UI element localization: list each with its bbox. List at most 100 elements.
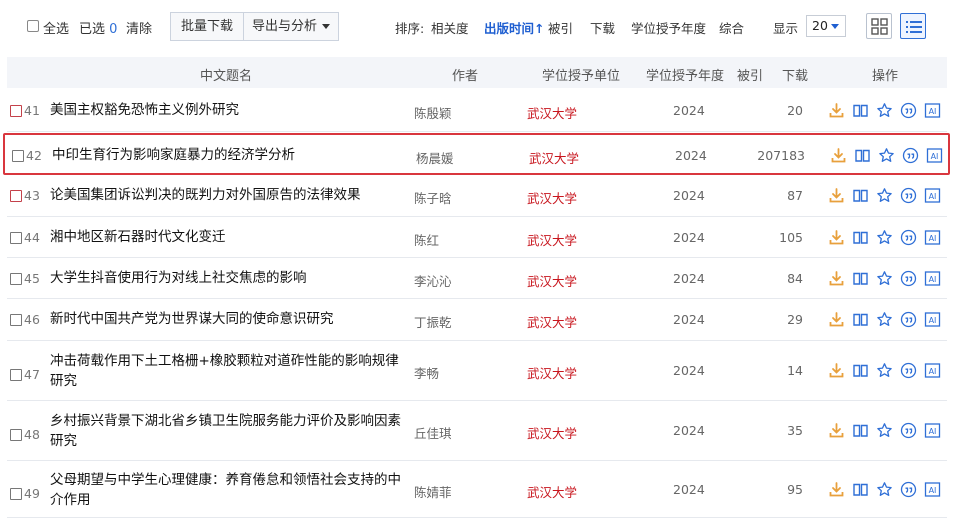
- table-row-highlighted[interactable]: 42 中印生育行为影响家庭暴力的经济学分析 杨晨媛 武汉大学 2024 207183 AI: [3, 133, 950, 175]
- row-unit-link[interactable]: 武汉大学: [527, 312, 577, 331]
- batch-download-button[interactable]: 批量下载: [170, 12, 244, 41]
- sort-relevance[interactable]: 相关度: [431, 18, 469, 37]
- table-row[interactable]: 43 论美国集团诉讼判决的既判力对外国原告的法律效果 陈子晗 武汉大学 2024 87 AI: [7, 175, 947, 217]
- row-checkbox[interactable]: [10, 429, 22, 441]
- read-icon[interactable]: [852, 270, 869, 287]
- read-icon[interactable]: [852, 481, 869, 498]
- favorite-icon[interactable]: [876, 187, 893, 204]
- header-unit[interactable]: 学位授予单位: [542, 65, 620, 84]
- table-row[interactable]: 46 新时代中国共产党为世界谋大同的使命意识研究 丁振乾 武汉大学 2024 29 AI: [7, 299, 947, 341]
- row-title-link[interactable]: 父母期望与中学生心理健康：养育倦怠和领悟社会支持的中介作用: [50, 470, 410, 510]
- favorite-icon[interactable]: [878, 147, 895, 164]
- quote-icon[interactable]: [900, 481, 917, 498]
- row-unit-link[interactable]: 武汉大学: [527, 271, 577, 290]
- ai-icon[interactable]: AI: [924, 362, 941, 379]
- row-unit-link[interactable]: 武汉大学: [527, 188, 577, 207]
- row-checkbox[interactable]: [10, 369, 22, 381]
- ai-icon[interactable]: AI: [924, 102, 941, 119]
- quote-icon[interactable]: [900, 422, 917, 439]
- download-icon[interactable]: [828, 102, 845, 119]
- select-all-checkbox[interactable]: [27, 20, 39, 32]
- row-title-link[interactable]: 湘中地区新石器时代文化变迁: [50, 227, 410, 247]
- read-icon[interactable]: [852, 422, 869, 439]
- row-unit-link[interactable]: 武汉大学: [527, 103, 577, 122]
- row-unit-link[interactable]: 武汉大学: [529, 148, 579, 167]
- header-cited[interactable]: 被引: [737, 65, 763, 84]
- read-icon[interactable]: [852, 187, 869, 204]
- table-row[interactable]: 44 湘中地区新石器时代文化变迁 陈红 武汉大学 2024 105 AI: [7, 217, 947, 258]
- row-unit-link[interactable]: 武汉大学: [527, 230, 577, 249]
- ai-icon[interactable]: AI: [924, 422, 941, 439]
- download-icon[interactable]: [828, 270, 845, 287]
- row-title-link[interactable]: 冲击荷载作用下土工格栅+橡胶颗粒对道砟性能的影响规律研究: [50, 351, 410, 391]
- row-unit-link[interactable]: 武汉大学: [527, 482, 577, 501]
- row-title-link[interactable]: 大学生抖音使用行为对线上社交焦虑的影响: [50, 268, 410, 288]
- row-title-link[interactable]: 论美国集团诉讼判决的既判力对外国原告的法律效果: [50, 185, 410, 205]
- ai-icon[interactable]: AI: [926, 147, 943, 164]
- row-author-link[interactable]: 陈殷颖: [414, 103, 452, 122]
- export-analysis-dropdown[interactable]: 导出与分析: [244, 12, 339, 41]
- read-icon[interactable]: [852, 229, 869, 246]
- quote-icon[interactable]: [902, 147, 919, 164]
- quote-icon[interactable]: [900, 270, 917, 287]
- sort-cited[interactable]: 被引: [548, 18, 573, 37]
- row-author-link[interactable]: 李畅: [414, 363, 439, 382]
- table-row[interactable]: 48 乡村振兴背景下湖北省乡镇卫生院服务能力评价及影响因素研究 丘佳琪 武汉大学 202…: [7, 401, 947, 461]
- row-author-link[interactable]: 陈红: [414, 230, 439, 249]
- download-icon[interactable]: [828, 481, 845, 498]
- row-checkbox[interactable]: [10, 488, 22, 500]
- favorite-icon[interactable]: [876, 422, 893, 439]
- favorite-icon[interactable]: [876, 362, 893, 379]
- clear-button[interactable]: 清除: [126, 18, 152, 37]
- list-view-button[interactable]: [900, 13, 926, 39]
- header-title[interactable]: 中文题名: [200, 65, 252, 84]
- ai-icon[interactable]: AI: [924, 270, 941, 287]
- favorite-icon[interactable]: [876, 270, 893, 287]
- header-downloads[interactable]: 下载: [782, 65, 808, 84]
- ai-icon[interactable]: AI: [924, 481, 941, 498]
- page-size-select[interactable]: 20: [806, 15, 846, 37]
- header-degree-year[interactable]: 学位授予年度: [646, 65, 724, 84]
- read-icon[interactable]: [852, 102, 869, 119]
- table-row[interactable]: 41 美国主权豁免恐怖主义例外研究 陈殷颖 武汉大学 2024 20 AI: [7, 90, 947, 132]
- read-icon[interactable]: [852, 362, 869, 379]
- row-author-link[interactable]: 陈婧菲: [414, 482, 452, 501]
- table-row[interactable]: 47 冲击荷载作用下土工格栅+橡胶颗粒对道砟性能的影响规律研究 李畅 武汉大学 2024…: [7, 341, 947, 401]
- sort-downloads[interactable]: 下载: [590, 18, 615, 37]
- header-author[interactable]: 作者: [452, 65, 478, 84]
- quote-icon[interactable]: [900, 102, 917, 119]
- quote-icon[interactable]: [900, 362, 917, 379]
- row-checkbox[interactable]: [10, 190, 22, 202]
- row-title-link[interactable]: 美国主权豁免恐怖主义例外研究: [50, 100, 410, 120]
- row-author-link[interactable]: 李沁沁: [414, 271, 452, 290]
- row-author-link[interactable]: 杨晨媛: [416, 148, 454, 167]
- read-icon[interactable]: [852, 311, 869, 328]
- sort-comprehensive[interactable]: 综合: [719, 18, 744, 37]
- ai-icon[interactable]: AI: [924, 187, 941, 204]
- download-icon[interactable]: [828, 422, 845, 439]
- row-author-link[interactable]: 丘佳琪: [414, 423, 452, 442]
- row-title-link[interactable]: 乡村振兴背景下湖北省乡镇卫生院服务能力评价及影响因素研究: [50, 411, 410, 451]
- quote-icon[interactable]: [900, 187, 917, 204]
- row-title-link[interactable]: 中印生育行为影响家庭暴力的经济学分析: [52, 145, 412, 165]
- download-icon[interactable]: [828, 229, 845, 246]
- sort-publish-time[interactable]: 出版时间↑: [484, 18, 545, 37]
- quote-icon[interactable]: [900, 229, 917, 246]
- favorite-icon[interactable]: [876, 229, 893, 246]
- row-checkbox[interactable]: [10, 105, 22, 117]
- download-icon[interactable]: [828, 187, 845, 204]
- row-author-link[interactable]: 丁振乾: [414, 312, 452, 331]
- favorite-icon[interactable]: [876, 481, 893, 498]
- row-checkbox[interactable]: [10, 273, 22, 285]
- row-checkbox[interactable]: [10, 314, 22, 326]
- row-author-link[interactable]: 陈子晗: [414, 188, 452, 207]
- row-checkbox[interactable]: [10, 232, 22, 244]
- row-unit-link[interactable]: 武汉大学: [527, 363, 577, 382]
- row-checkbox[interactable]: [12, 150, 24, 162]
- download-icon[interactable]: [828, 311, 845, 328]
- quote-icon[interactable]: [900, 311, 917, 328]
- download-icon[interactable]: [828, 362, 845, 379]
- ai-icon[interactable]: AI: [924, 311, 941, 328]
- ai-icon[interactable]: AI: [924, 229, 941, 246]
- table-row[interactable]: 45 大学生抖音使用行为对线上社交焦虑的影响 李沁沁 武汉大学 2024 84 AI: [7, 258, 947, 299]
